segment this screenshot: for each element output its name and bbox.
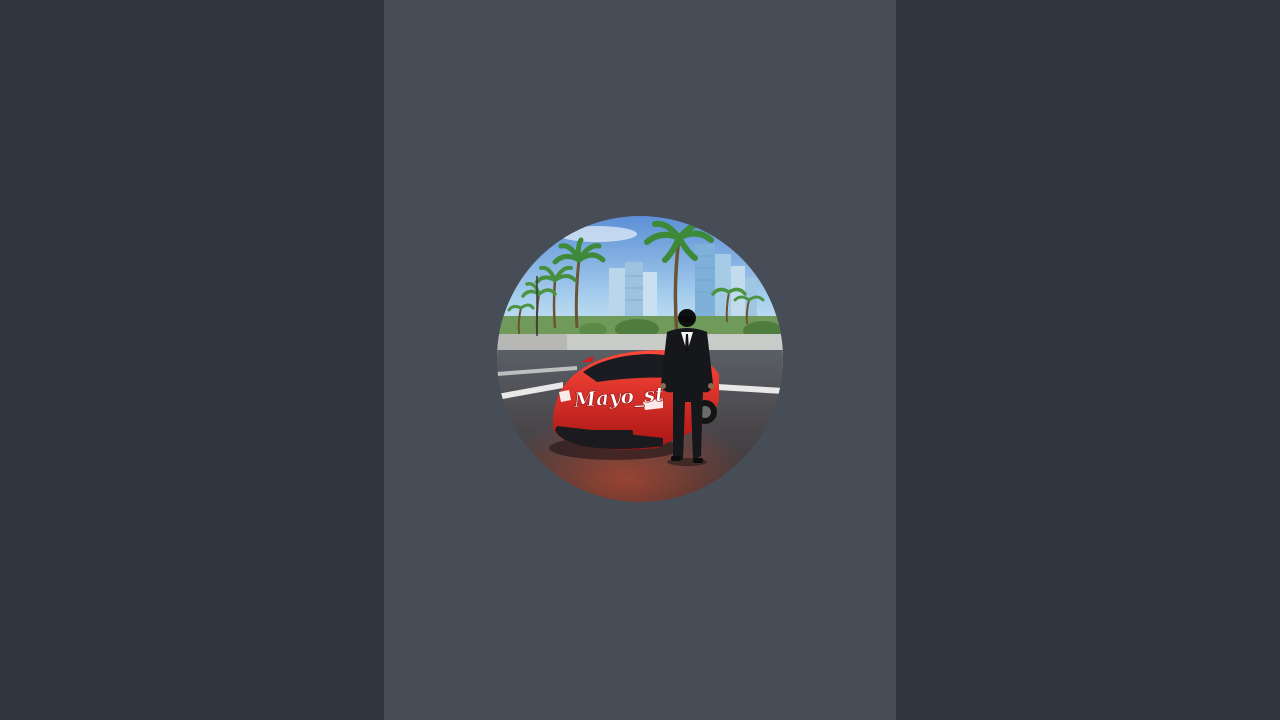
video-stage: Mayo_st: [384, 0, 896, 720]
viewport: Mayo_st: [0, 0, 1280, 720]
channel-avatar: Mayo_st: [497, 216, 783, 502]
avatar-artwork: Mayo_st: [497, 216, 783, 502]
